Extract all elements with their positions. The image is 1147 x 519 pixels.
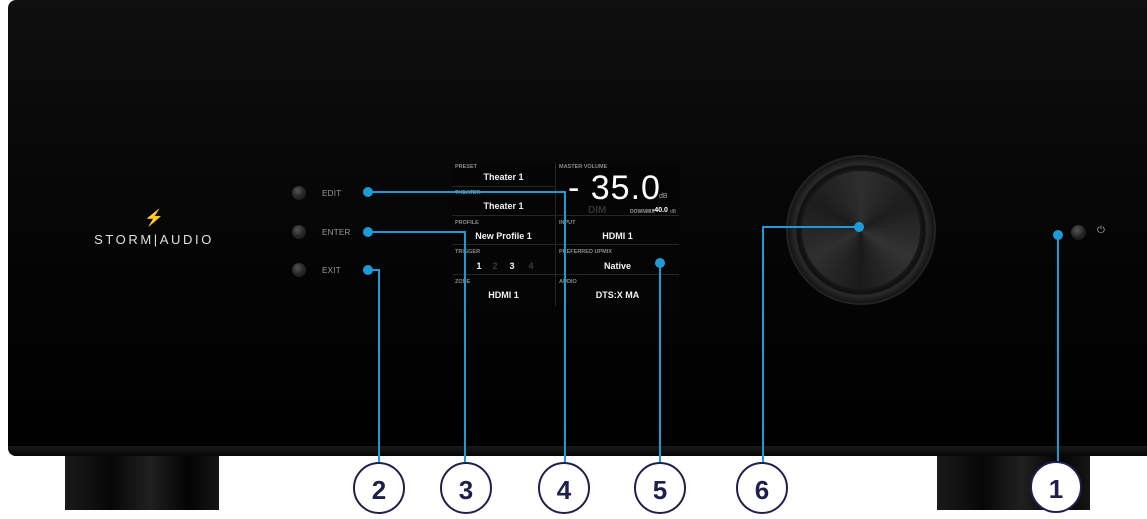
zone-caption: ZONE bbox=[455, 279, 471, 285]
power-button[interactable] bbox=[1071, 225, 1086, 240]
trigger-1: 1 bbox=[476, 261, 482, 271]
downmix-unit: dB bbox=[670, 209, 677, 215]
callout-badge-2: 2 bbox=[353, 462, 405, 514]
preferred-upmix-caption: PREFERRED UPMIX bbox=[559, 249, 612, 255]
trigger-2: 2 bbox=[492, 261, 498, 271]
callout-3-leader-h bbox=[368, 231, 466, 233]
brand-name: STORM|AUDIO bbox=[94, 232, 214, 247]
trigger-cell: TRIGGER 1 2 3 4 bbox=[452, 248, 555, 274]
exit-label: EXIT bbox=[322, 266, 341, 275]
enter-label: ENTER bbox=[322, 228, 351, 237]
callout-badge-3: 3 bbox=[440, 462, 492, 514]
exit-button[interactable] bbox=[292, 263, 306, 277]
chassis-bottom-edge bbox=[8, 446, 1147, 456]
trigger-4: 4 bbox=[528, 261, 534, 271]
dim-indicator: DIM bbox=[588, 205, 607, 216]
enter-button[interactable] bbox=[292, 225, 306, 239]
callout-badge-1: 1 bbox=[1030, 461, 1082, 513]
preset-value: Theater 1 bbox=[483, 172, 524, 182]
bolt-icon: ⚡ bbox=[144, 210, 164, 227]
callout-5-leader-v bbox=[659, 263, 661, 462]
downmix-value: -40.0 bbox=[652, 207, 668, 214]
trigger-caption: TRIGGER bbox=[455, 249, 481, 255]
profile-value: New Profile 1 bbox=[475, 231, 532, 241]
zone-value: HDMI 1 bbox=[488, 290, 519, 300]
callout-badge-6: 6 bbox=[736, 462, 788, 514]
preset-caption: PRESET bbox=[455, 164, 478, 170]
power-icon: ⏻ bbox=[1097, 225, 1105, 236]
preset-cell: PRESET Theater 1 bbox=[452, 163, 555, 186]
audio-caption: AUDIO bbox=[559, 279, 577, 285]
profile-caption: PROFILE bbox=[455, 220, 479, 226]
theater-value: Theater 1 bbox=[483, 201, 524, 211]
callout-badge-5: 5 bbox=[634, 462, 686, 514]
callout-6-leader-h bbox=[770, 226, 858, 228]
callout-2-leader-v bbox=[378, 269, 380, 462]
callout-3-leader-v bbox=[464, 231, 466, 462]
callout-4-leader-h bbox=[368, 191, 566, 193]
input-cell: INPUT HDMI 1 bbox=[556, 219, 679, 245]
zone-cell: ZONE HDMI 1 bbox=[452, 278, 555, 306]
input-caption: INPUT bbox=[559, 220, 576, 226]
profile-cell: PROFILE New Profile 1 bbox=[452, 219, 555, 245]
callout-4-leader-v bbox=[564, 191, 566, 462]
edit-button[interactable] bbox=[292, 186, 306, 200]
trigger-3: 3 bbox=[509, 261, 515, 271]
callout-badge-4: 4 bbox=[538, 462, 590, 514]
callout-1-leader-v bbox=[1057, 235, 1059, 461]
left-foot bbox=[65, 456, 219, 510]
input-value: HDMI 1 bbox=[602, 231, 633, 241]
callout-6-leader-v bbox=[762, 226, 764, 462]
edit-label: EDIT bbox=[322, 189, 342, 198]
brand-logo: ⚡ STORM|AUDIO bbox=[92, 210, 216, 247]
master-volume-unit: dB bbox=[659, 193, 668, 200]
master-volume-cell: MASTER VOLUME - 35.0 dB DIM DOWNMIX -40.… bbox=[556, 163, 679, 216]
master-volume-value: - 35.0 bbox=[568, 169, 661, 207]
